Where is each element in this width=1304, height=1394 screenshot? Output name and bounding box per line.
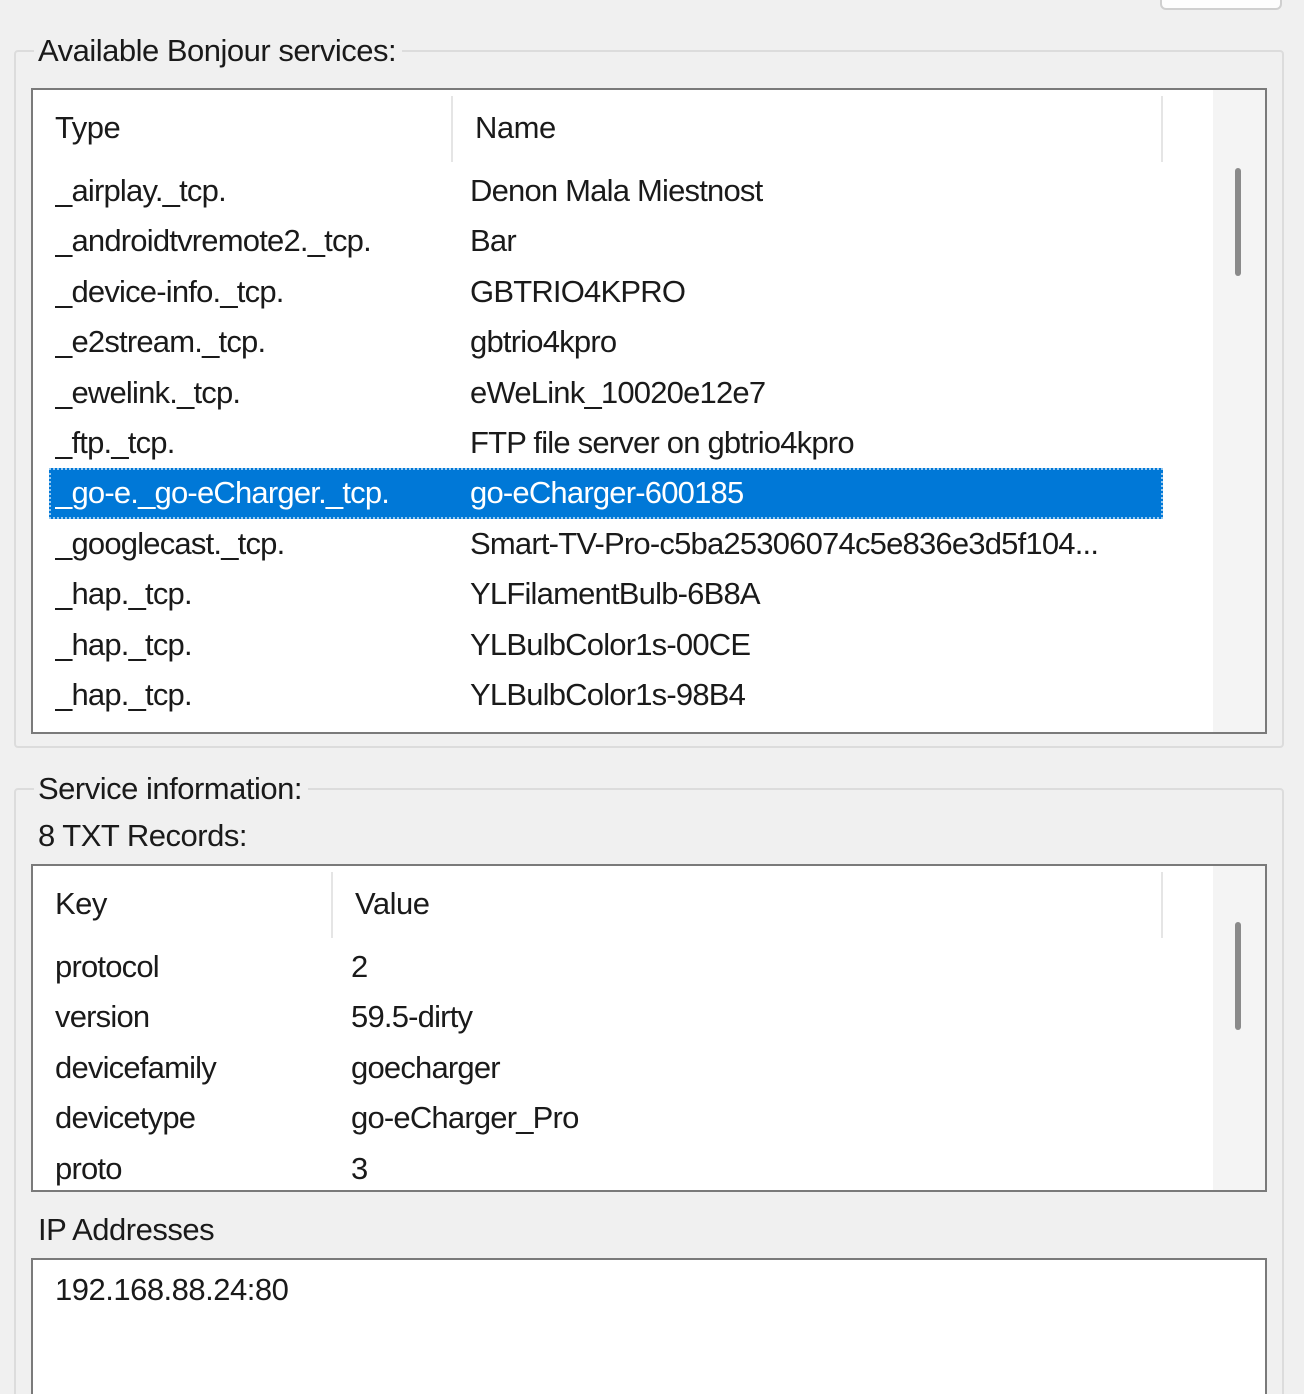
service-row[interactable]: _hap._tcp. YLBulbColor1s-00CE [49,620,1163,670]
txt-list-header: Key Value [33,866,1163,942]
service-row[interactable]: _ftp._tcp. FTP file server on gbtrio4kpro [49,418,1163,468]
txt-scroll-thumb[interactable] [1235,922,1241,1030]
service-type-cell: _ewelink._tcp. [55,374,241,410]
txt-record-row[interactable]: devicetype go-eCharger_Pro [49,1093,1163,1143]
service-name-cell: YLBulbColor1s-00CE [470,626,751,662]
ip-address-value: 192.168.88.24:80 [55,1272,289,1307]
txt-value-cell: go-eCharger_Pro [351,1100,579,1136]
service-name-cell: go-eCharger-600185 [470,475,744,511]
service-row[interactable]: _e2stream._tcp. gbtrio4kpro [49,317,1163,367]
service-row[interactable]: _hap._tcp. YLBulbColor1s-98B4 [49,670,1163,720]
service-type-cell: _hap._tcp. [55,676,193,712]
txt-value-cell: goecharger [351,1049,501,1085]
txt-record-row[interactable]: protocol 2 [49,942,1163,992]
service-info-group-title: Service information: [34,771,308,807]
service-type-cell: _googlecast._tcp. [55,525,285,561]
txt-key-cell: protocol [55,949,160,984]
txt-record-row[interactable]: proto 3 [49,1144,1163,1190]
service-name-cell: eWeLink_10020e12e7 [470,374,766,410]
service-name-cell: YLFilamentBulb-6B8A [470,576,761,612]
service-name-cell: GBTRIO4KPRO [470,273,686,309]
txt-key-cell: proto [55,1150,122,1186]
txt-records-listview[interactable]: Key Value protocol 2 version 59.5-dirty devi… [31,864,1267,1192]
txt-value-cell: 2 [351,949,368,984]
txt-scrollbar[interactable] [1213,866,1265,1190]
txt-value-cell: 59.5-dirty [351,999,473,1035]
service-row[interactable]: _ewelink._tcp. eWeLink_10020e12e7 [49,368,1163,418]
service-row[interactable]: _airplay._tcp. Denon Mala Miestnost [49,166,1163,216]
column-divider[interactable] [1161,872,1163,938]
column-header-name[interactable]: Name [453,90,1163,166]
services-list-rows: _airplay._tcp. Denon Mala Miestnost _andro… [49,166,1163,720]
service-type-cell: _androidtvremote2._tcp. [55,223,372,259]
service-row[interactable]: _androidtvremote2._tcp. Bar [49,216,1163,266]
services-scrollbar[interactable] [1213,90,1265,732]
column-header-key[interactable]: Key [33,866,331,942]
txt-key-cell: devicefamily [55,1049,217,1085]
service-name-cell: YLBulbColor1s-98B4 [470,676,746,712]
service-row[interactable]: _device-info._tcp. GBTRIO4KPRO [49,267,1163,317]
service-type-cell: _hap._tcp. [55,576,193,612]
ip-addresses-label: IP Addresses [38,1212,215,1247]
column-header-value[interactable]: Value [333,866,1161,942]
top-button[interactable] [1160,0,1282,10]
txt-record-row[interactable]: devicefamily goecharger [49,1043,1163,1093]
service-type-cell: _go-e._go-eCharger._tcp. [55,475,390,511]
txt-records-label: 8 TXT Records: [38,818,247,853]
txt-key-cell: version [55,999,150,1035]
services-scroll-thumb[interactable] [1235,168,1241,276]
service-row-selected[interactable]: _go-e._go-eCharger._tcp. go-eCharger-6001… [49,468,1163,519]
bonjour-browser-window: Available Bonjour services: Type Name _a… [0,0,1304,1394]
txt-list-rows: protocol 2 version 59.5-dirty devicefamily go… [49,942,1163,1190]
txt-value-cell: 3 [351,1150,368,1186]
service-name-cell: Bar [470,223,517,259]
services-list-header: Type Name [33,90,1163,166]
service-name-cell: Denon Mala Miestnost [470,173,763,208]
service-type-cell: _hap._tcp. [55,626,193,662]
service-row[interactable]: _hap._tcp. YLFilamentBulb-6B8A [49,569,1163,619]
service-row[interactable]: _googlecast._tcp. Smart-TV-Pro-c5ba253060… [49,519,1163,569]
column-divider[interactable] [1161,96,1163,162]
service-name-cell: Smart-TV-Pro-c5ba25306074c5e836e3d5f104.… [470,525,1099,561]
column-header-type[interactable]: Type [33,90,451,166]
txt-key-cell: devicetype [55,1100,196,1136]
service-type-cell: _airplay._tcp. [55,173,227,208]
service-type-cell: _e2stream._tcp. [55,324,266,360]
service-type-cell: _device-info._tcp. [55,273,284,309]
services-group-title: Available Bonjour services: [34,33,403,69]
service-name-cell: FTP file server on gbtrio4kpro [470,424,855,460]
service-type-cell: _ftp._tcp. [55,424,175,460]
service-name-cell: gbtrio4kpro [470,324,617,360]
ip-addresses-textbox[interactable]: 192.168.88.24:80 [31,1258,1267,1394]
services-listview[interactable]: Type Name _airplay._tcp. Denon Mala Miest… [31,88,1267,734]
txt-record-row[interactable]: version 59.5-dirty [49,992,1163,1042]
